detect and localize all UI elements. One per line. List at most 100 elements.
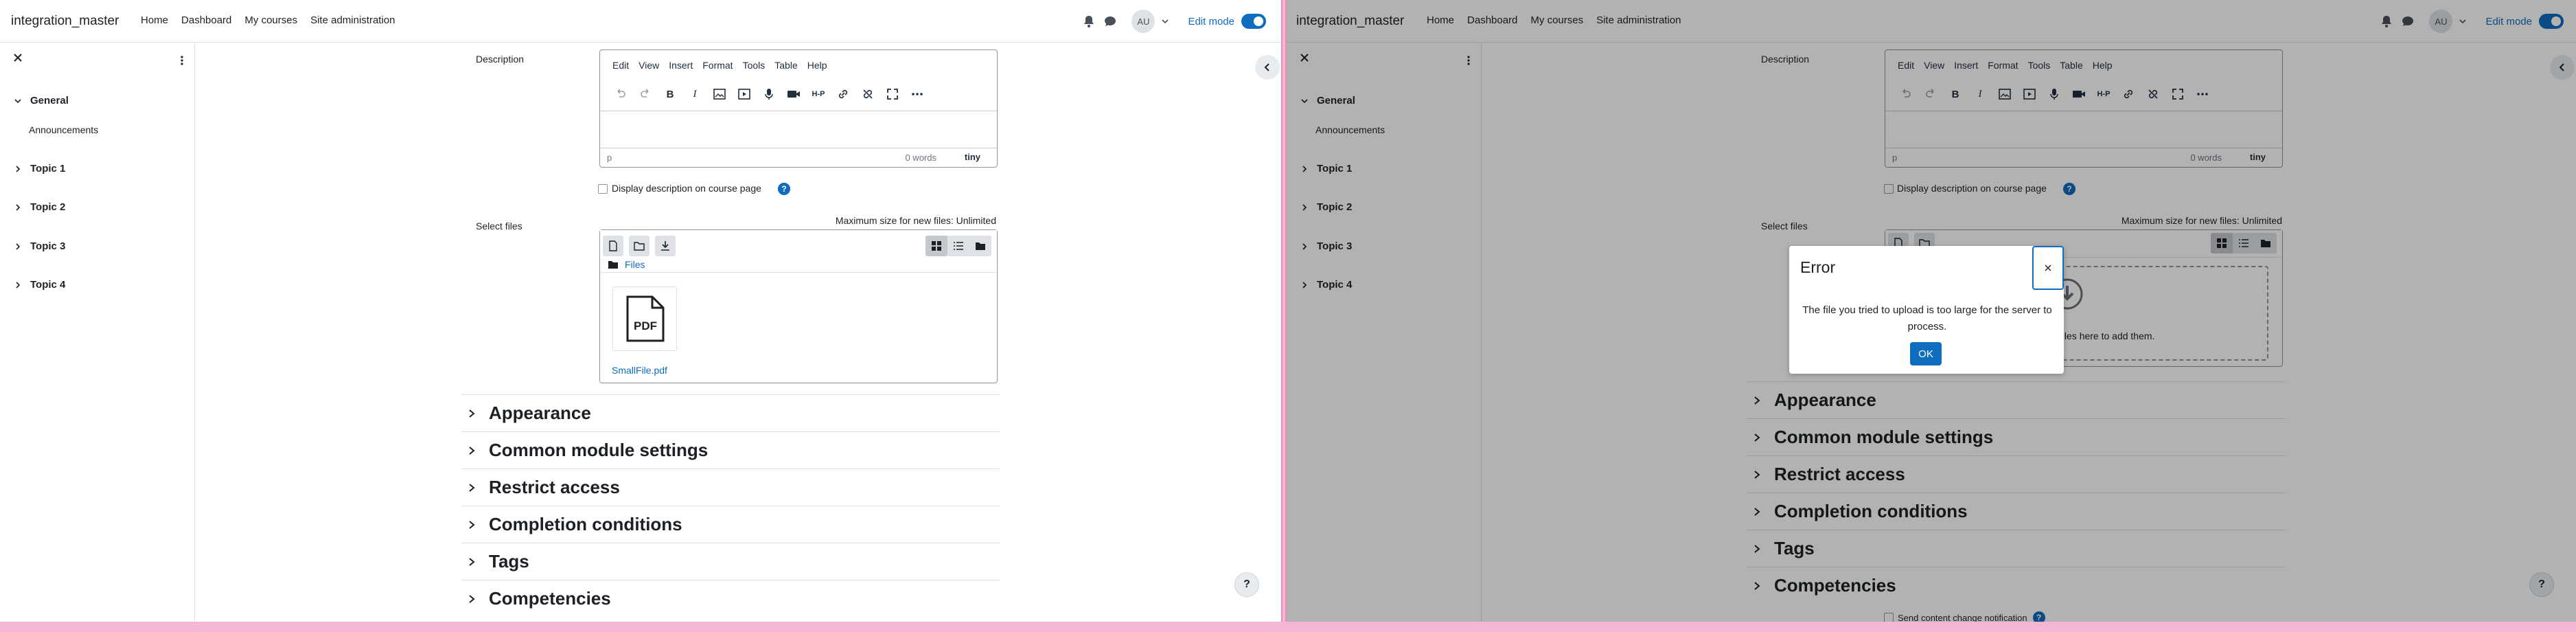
section-heading: Common module settings: [489, 440, 709, 460]
chevron-right-icon: [16, 203, 21, 211]
image-icon[interactable]: [711, 86, 728, 102]
course-index-section-topic-1[interactable]: Topic 1: [14, 163, 65, 174]
view-switcher: [925, 236, 991, 256]
chevron-right-icon: [469, 520, 475, 529]
menu-format[interactable]: Format: [702, 60, 733, 71]
section-heading: Competencies: [489, 588, 611, 609]
avatar[interactable]: AU: [1131, 10, 1155, 33]
nav-home[interactable]: Home: [141, 14, 168, 26]
block-drawer-toggle[interactable]: [1255, 55, 1280, 80]
chevron-right-icon: [469, 557, 475, 566]
modal-close-button[interactable]: [2032, 246, 2064, 290]
kebab-menu-icon[interactable]: [180, 55, 184, 66]
bold-icon[interactable]: B: [662, 86, 678, 102]
navbar-actions: AU Edit mode: [1083, 10, 1266, 33]
chevron-right-icon: [16, 281, 21, 289]
help-icon[interactable]: ?: [778, 183, 790, 195]
course-index-item-announcements[interactable]: Announcements: [29, 124, 98, 135]
chevron-right-icon: [16, 242, 21, 250]
editor-statusbar: p 0 words tiny: [600, 148, 997, 167]
media-icon[interactable]: [736, 86, 752, 102]
section-completion-conditions[interactable]: Completion conditions: [461, 506, 1000, 543]
redo-icon[interactable]: [637, 86, 654, 102]
site-name[interactable]: integration_master: [11, 14, 119, 29]
download-icon[interactable]: [655, 236, 676, 256]
italic-icon[interactable]: I: [687, 86, 703, 102]
chevron-right-icon: [469, 483, 475, 492]
editor-menubar: Edit View Insert Format Tools Table Help: [612, 60, 837, 71]
menu-help[interactable]: Help: [807, 60, 827, 71]
section-heading: Tags: [489, 551, 529, 572]
pdf-file-icon: PDF: [626, 295, 665, 342]
chevron-right-icon: [469, 594, 475, 603]
file-manager-toolbar: Files: [600, 230, 997, 273]
tree-view-icon[interactable]: [969, 236, 991, 256]
modal-title: Error: [1800, 258, 1836, 276]
section-title: Topic 3: [30, 240, 66, 252]
edit-mode-label: Edit mode: [1188, 15, 1234, 27]
chevron-left-icon: [1264, 63, 1269, 71]
chevron-right-icon: [469, 409, 475, 418]
files-root-link[interactable]: Files: [625, 259, 645, 270]
section-title: Topic 1: [30, 163, 66, 174]
video-camera-icon[interactable]: [785, 86, 802, 102]
menu-view[interactable]: View: [639, 60, 659, 71]
help-button[interactable]: ?: [1234, 572, 1259, 597]
section-common-module-settings[interactable]: Common module settings: [461, 431, 1000, 469]
select-files-label: Select files: [476, 221, 522, 232]
menu-table[interactable]: Table: [774, 60, 797, 71]
file-manager: Files PDF SmallFile.pdf: [599, 229, 998, 383]
add-file-icon[interactable]: [603, 236, 623, 256]
file-path-breadcrumb: Files: [608, 259, 645, 270]
error-modal: Error The file you tried to upload is to…: [1789, 246, 2064, 374]
editor-element-path[interactable]: p: [607, 153, 612, 163]
nav-dashboard[interactable]: Dashboard: [181, 14, 231, 26]
nav-my-courses[interactable]: My courses: [244, 14, 297, 26]
tiny-logo[interactable]: tiny: [965, 152, 980, 162]
link-icon[interactable]: [835, 86, 851, 102]
editor-content-area[interactable]: [600, 111, 997, 145]
section-title: General: [30, 95, 69, 106]
h5p-icon[interactable]: H‑P: [810, 86, 827, 102]
editor-toolbar: B I H‑P: [612, 86, 934, 102]
course-index-section-topic-4[interactable]: Topic 4: [14, 279, 65, 291]
list-view-icon[interactable]: [947, 236, 969, 256]
course-index-section-topic-3[interactable]: Topic 3: [14, 240, 65, 252]
chevron-down-icon[interactable]: [1162, 18, 1169, 25]
more-icon[interactable]: [909, 86, 925, 102]
section-heading: Restrict access: [489, 477, 620, 497]
edit-mode-toggle[interactable]: [1241, 14, 1266, 29]
close-icon[interactable]: [12, 52, 23, 63]
menu-insert[interactable]: Insert: [669, 60, 693, 71]
section-appearance[interactable]: Appearance: [461, 394, 1000, 431]
course-index-section-topic-2[interactable]: Topic 2: [14, 201, 65, 213]
ok-button[interactable]: OK: [1910, 342, 1942, 365]
navbar: integration_master Home Dashboard My cou…: [0, 0, 1281, 43]
display-description-label: Display description on course page: [612, 183, 761, 194]
bell-icon[interactable]: [1083, 15, 1094, 27]
create-folder-icon[interactable]: [629, 236, 649, 256]
chat-icon[interactable]: [1104, 15, 1116, 27]
grid-view-icon[interactable]: [925, 236, 947, 256]
section-title: Topic 2: [30, 201, 66, 213]
section-restrict-access[interactable]: Restrict access: [461, 469, 1000, 506]
section-competencies[interactable]: Competencies: [461, 580, 1000, 617]
file-name-link[interactable]: SmallFile.pdf: [612, 365, 667, 376]
section-tags[interactable]: Tags: [461, 543, 1000, 580]
microphone-icon[interactable]: [761, 86, 777, 102]
menu-tools[interactable]: Tools: [743, 60, 766, 71]
course-index-section-general[interactable]: General: [14, 95, 69, 106]
file-tile-smallfile[interactable]: PDF: [612, 286, 677, 351]
unlink-icon[interactable]: [860, 86, 876, 102]
menu-edit[interactable]: Edit: [612, 60, 629, 71]
undo-icon[interactable]: [612, 86, 629, 102]
close-icon: [2045, 264, 2051, 271]
primary-navigation: Home Dashboard My courses Site administr…: [141, 14, 409, 26]
section-title: Topic 4: [30, 279, 66, 291]
fullscreen-icon[interactable]: [884, 86, 901, 102]
section-heading: Appearance: [489, 403, 591, 423]
pdf-icon-label: PDF: [634, 319, 657, 332]
nav-site-administration[interactable]: Site administration: [310, 14, 395, 26]
editor-word-count: 0 words: [905, 153, 936, 163]
display-description-checkbox[interactable]: [598, 184, 608, 194]
